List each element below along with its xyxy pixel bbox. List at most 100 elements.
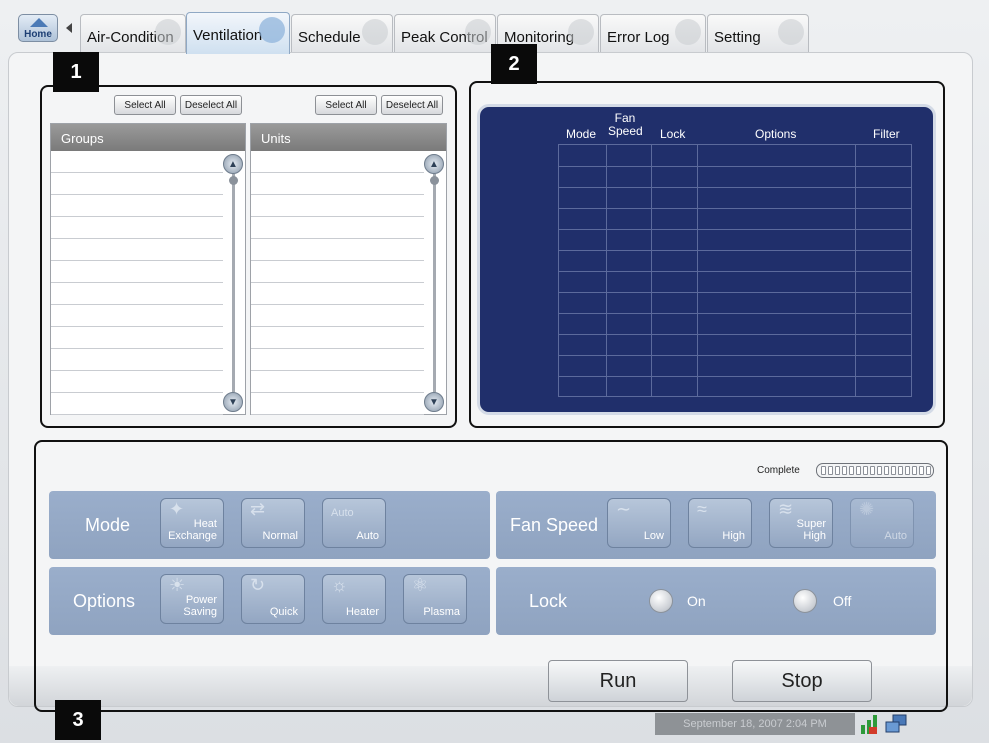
list-item[interactable] (51, 239, 223, 261)
tab-label: Schedule (298, 29, 361, 46)
heat-exchange-button[interactable]: ✦ Heat Exchange (160, 498, 224, 548)
wave-low-icon: ∼ (616, 499, 632, 519)
button-label: Power (185, 594, 217, 606)
fan-speed-label: Fan Speed (510, 514, 599, 535)
options-label: Options (73, 590, 136, 611)
tools-icon (778, 19, 804, 45)
list-item[interactable] (251, 173, 424, 195)
groups-select-all-button[interactable]: Select All (114, 95, 176, 115)
fan-auto-icon: ✺ (859, 499, 875, 519)
list-item[interactable] (51, 195, 223, 217)
heater-icon: ☼ (331, 575, 348, 595)
auto-mode-button[interactable]: Auto Auto (322, 498, 386, 548)
plasma-button[interactable]: ⚛ Plasma (403, 574, 467, 624)
fan-high-button[interactable]: ≈ High (688, 498, 752, 548)
meter-icon (465, 19, 491, 45)
home-button[interactable]: Home (18, 14, 58, 42)
units-deselect-all-button[interactable]: Deselect All (381, 95, 443, 115)
fan-super-high-button[interactable]: ≋ Super High (769, 498, 833, 548)
signal-bars-icon (860, 713, 880, 735)
list-item[interactable] (51, 283, 223, 305)
list-item[interactable] (251, 261, 424, 283)
fan-low-button[interactable]: ∼ Low (607, 498, 671, 548)
power-saving-button[interactable]: ☀ Power Saving (160, 574, 224, 624)
tab-ventilation[interactable]: Ventilation (186, 12, 290, 54)
tab-air-condition[interactable]: Air-Condition (80, 14, 186, 52)
list-item[interactable] (251, 195, 424, 217)
heater-button[interactable]: ☼ Heater (322, 574, 386, 624)
ventilation-icon (259, 17, 285, 43)
button-label: Super (796, 518, 826, 530)
tab-error-log[interactable]: Error Log (600, 14, 706, 52)
tab-schedule[interactable]: Schedule (291, 14, 393, 52)
wave-super-icon: ≋ (778, 499, 794, 519)
list-item[interactable] (251, 239, 424, 261)
normal-mode-button[interactable]: ⇄ Normal (241, 498, 305, 548)
groups-list[interactable]: Groups ▲ ▼ (50, 123, 246, 415)
plasma-icon: ⚛ (412, 575, 429, 595)
scroll-down-icon[interactable]: ▼ (223, 392, 243, 412)
scroll-track[interactable] (232, 174, 235, 392)
list-item[interactable] (251, 151, 424, 173)
list-item[interactable] (51, 173, 223, 195)
status-grid (558, 144, 912, 397)
list-item[interactable] (51, 305, 223, 327)
groups-deselect-all-button[interactable]: Deselect All (180, 95, 242, 115)
air-conditioner-icon (155, 19, 181, 45)
options-control: Options ☀ Power Saving ↻ Quick ☼ Heater ⚛ Pla… (49, 567, 490, 635)
button-label: Auto (884, 530, 907, 542)
quick-button[interactable]: ↻ Quick (241, 574, 305, 624)
status-table-panel: Mode Fan Speed Lock Options Filter (477, 104, 936, 415)
tab-scroll-left-icon[interactable] (66, 23, 72, 33)
lock-label: Lock (529, 590, 568, 611)
units-list[interactable]: Units ▲ ▼ (250, 123, 447, 415)
scroll-thumb[interactable] (229, 176, 238, 185)
list-item[interactable] (51, 393, 223, 415)
network-icon (884, 713, 908, 735)
list-item[interactable] (51, 261, 223, 283)
callout-marker-3: 3 (55, 700, 101, 740)
scroll-down-icon[interactable]: ▼ (424, 392, 444, 412)
list-item[interactable] (251, 283, 424, 305)
button-label: Quick (269, 606, 298, 618)
complete-label: Complete (757, 465, 800, 476)
list-item[interactable] (251, 393, 424, 415)
lock-off-radio[interactable] (793, 589, 817, 613)
tab-label: Error Log (607, 29, 670, 46)
fan-auto-button[interactable]: ✺ Auto (850, 498, 914, 548)
units-select-all-button[interactable]: Select All (315, 95, 377, 115)
scroll-track[interactable] (433, 174, 436, 392)
list-item[interactable] (251, 349, 424, 371)
callout-marker-1: 1 (53, 52, 99, 92)
list-item[interactable] (51, 217, 223, 239)
button-label: Exchange (168, 530, 217, 542)
lock-on-radio[interactable] (649, 589, 673, 613)
house-icon (30, 18, 48, 27)
scroll-thumb[interactable] (430, 176, 439, 185)
tab-peak-control[interactable]: Peak Control (394, 14, 496, 52)
units-scrollbar[interactable]: ▲ ▼ (424, 154, 444, 412)
tab-label: Ventilation (193, 27, 263, 44)
wave-high-icon: ≈ (697, 499, 707, 519)
list-item[interactable] (51, 151, 223, 173)
datetime-display: September 18, 2007 2:04 PM (655, 713, 855, 735)
heat-exchange-icon: ✦ (169, 499, 185, 519)
scroll-up-icon[interactable]: ▲ (223, 154, 243, 174)
tab-setting[interactable]: Setting (707, 14, 809, 52)
list-item[interactable] (251, 371, 424, 393)
run-button[interactable]: Run (548, 660, 688, 702)
scroll-up-icon[interactable]: ▲ (424, 154, 444, 174)
list-item[interactable] (251, 305, 424, 327)
fan-speed-control: Fan Speed ∼ Low ≈ High ≋ Super High ✺ Auto (496, 491, 936, 559)
list-item[interactable] (251, 217, 424, 239)
column-fan-speed-header: Fan Speed (608, 112, 643, 138)
monitor-icon (568, 19, 594, 45)
list-item[interactable] (51, 349, 223, 371)
list-item[interactable] (251, 327, 424, 349)
refresh-icon: ↻ (250, 575, 266, 595)
callout-marker-2: 2 (491, 44, 537, 84)
groups-scrollbar[interactable]: ▲ ▼ (223, 154, 243, 412)
list-item[interactable] (51, 371, 223, 393)
stop-button[interactable]: Stop (732, 660, 872, 702)
list-item[interactable] (51, 327, 223, 349)
